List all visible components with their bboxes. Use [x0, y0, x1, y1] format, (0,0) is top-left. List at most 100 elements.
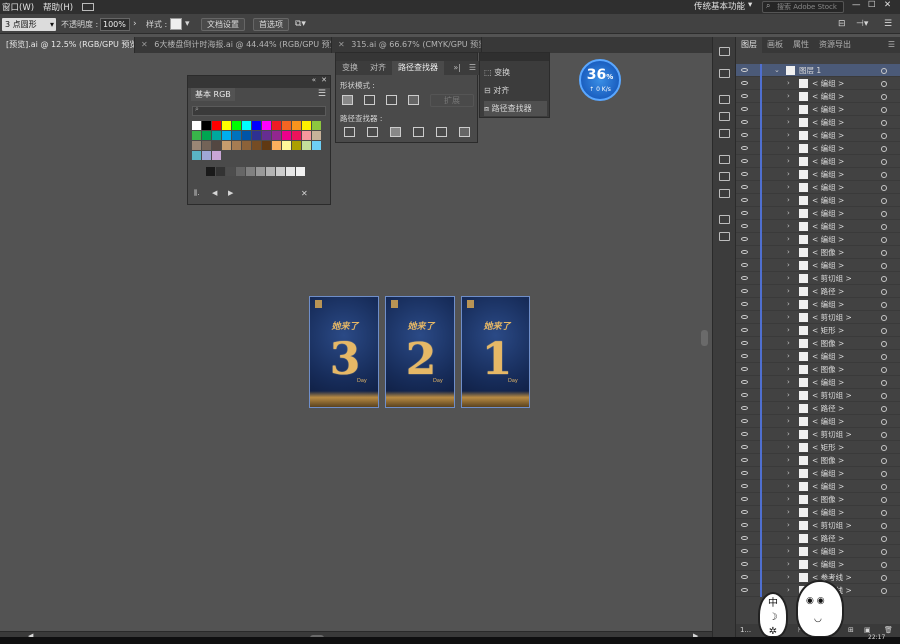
color-swatch[interactable] [202, 121, 211, 130]
visibility-eye-icon[interactable] [741, 94, 748, 98]
gray-swatch[interactable] [226, 167, 235, 176]
gray-swatch[interactable] [216, 167, 225, 176]
chevron-right-icon[interactable]: › [787, 545, 790, 558]
exclude-icon[interactable] [408, 95, 419, 105]
panel-titlebar[interactable] [480, 53, 549, 61]
visibility-eye-icon[interactable] [741, 107, 748, 111]
chevron-right-icon[interactable]: › [787, 389, 790, 402]
visibility-eye-icon[interactable] [741, 432, 748, 436]
merge-icon[interactable] [390, 127, 401, 137]
sublayer-row[interactable]: › < 编组 > [736, 155, 900, 168]
chevron-right-icon[interactable]: › [787, 155, 790, 168]
visibility-eye-icon[interactable] [741, 523, 748, 527]
tab-document-3[interactable]: ✕ 315.ai @ 66.67% (CMYK/GPU 预览) [332, 37, 482, 53]
divide-icon[interactable] [344, 127, 355, 137]
tools-icon[interactable]: ✕ [301, 189, 308, 198]
chevron-right-icon[interactable]: › [787, 350, 790, 363]
new-layer-icon[interactable]: ⊞ [848, 624, 854, 637]
sublayer-row[interactable]: › < 编组 > [736, 77, 900, 90]
ime-indicator[interactable]: 中 ☽ ✲ [758, 592, 788, 638]
visibility-eye-icon[interactable] [741, 276, 748, 280]
target-circle-icon[interactable] [881, 263, 887, 269]
visibility-eye-icon[interactable] [741, 211, 748, 215]
panel-menu-icon[interactable]: ☰ [469, 61, 476, 75]
color-swatch[interactable] [202, 141, 211, 150]
sublayer-row[interactable]: › < 编组 > [736, 90, 900, 103]
target-circle-icon[interactable] [881, 341, 887, 347]
gray-swatch[interactable] [206, 167, 215, 176]
chevron-right-icon[interactable]: › [787, 363, 790, 376]
opacity-input[interactable]: 100% [100, 18, 130, 31]
network-gauge[interactable]: 36% ↑ 0 K/s [579, 59, 621, 101]
chevron-right-icon[interactable]: › [787, 233, 790, 246]
chevron-right-icon[interactable]: › [787, 558, 790, 571]
target-circle-icon[interactable] [881, 211, 887, 217]
sublayer-row[interactable]: › < 编组 > [736, 350, 900, 363]
sublayer-row[interactable]: › < 矩形 > [736, 441, 900, 454]
target-circle-icon[interactable] [881, 497, 887, 503]
arrange-documents-icon[interactable] [82, 3, 95, 11]
chevron-right-icon[interactable]: › [787, 246, 790, 259]
layer-row[interactable]: ⌄ 图层 1 [736, 64, 900, 77]
color-swatch[interactable] [212, 141, 221, 150]
target-circle-icon[interactable] [881, 237, 887, 243]
target-circle-icon[interactable] [881, 549, 887, 555]
target-circle-icon[interactable] [881, 81, 887, 87]
chevron-right-icon[interactable]: › [787, 415, 790, 428]
chevron-right-icon[interactable]: › [787, 532, 790, 545]
color-guide-icon[interactable] [719, 69, 730, 78]
target-circle-icon[interactable] [881, 198, 887, 204]
color-swatch[interactable] [202, 131, 211, 140]
poster-countdown-2[interactable]: 她来了 2 Day [385, 296, 455, 408]
visibility-eye-icon[interactable] [741, 588, 748, 592]
target-circle-icon[interactable] [881, 393, 887, 399]
color-swatch[interactable] [312, 131, 321, 140]
color-swatch[interactable] [272, 121, 281, 130]
visibility-eye-icon[interactable] [741, 185, 748, 189]
chevron-right-icon[interactable]: › [787, 506, 790, 519]
color-swatch[interactable] [252, 141, 261, 150]
panel-menu-icon[interactable]: ☰ [883, 37, 900, 53]
visibility-eye-icon[interactable] [741, 497, 748, 501]
chevron-right-icon[interactable]: › [787, 259, 790, 272]
sublayer-row[interactable]: › < 编组 > [736, 233, 900, 246]
sublayer-row[interactable]: › < 路径 > [736, 532, 900, 545]
visibility-eye-icon[interactable] [741, 549, 748, 553]
sublayer-row[interactable]: › < 编组 > [736, 220, 900, 233]
swatches-icon[interactable] [719, 95, 730, 104]
visibility-eye-icon[interactable] [741, 289, 748, 293]
color-swatch[interactable] [302, 141, 311, 150]
visibility-eye-icon[interactable] [741, 367, 748, 371]
target-circle-icon[interactable] [881, 419, 887, 425]
target-circle-icon[interactable] [881, 523, 887, 529]
target-circle-icon[interactable] [881, 562, 887, 568]
chevron-right-icon[interactable]: › [787, 298, 790, 311]
preferences-button[interactable]: 首选项 [253, 18, 289, 31]
visibility-eye-icon[interactable] [741, 536, 748, 540]
tab-document-2[interactable]: ✕ 6大楼盘倒计时海报.ai @ 44.44% (RGB/GPU 预览) [135, 37, 332, 53]
target-circle-icon[interactable] [881, 445, 887, 451]
sublayer-row[interactable]: › < 编组 > [736, 168, 900, 181]
close-icon[interactable]: ✕ [141, 40, 148, 49]
chevron-right-icon[interactable]: › [787, 207, 790, 220]
color-swatch[interactable] [262, 141, 271, 150]
visibility-eye-icon[interactable] [741, 237, 748, 241]
workspace-switcher[interactable]: 传统基本功能 [694, 0, 745, 12]
sublayer-row[interactable]: › < 编组 > [736, 506, 900, 519]
sublayer-row[interactable]: › < 剪切组 > [736, 272, 900, 285]
target-circle-icon[interactable] [881, 224, 887, 230]
minimize-button[interactable]: — [852, 0, 861, 10]
color-swatch[interactable] [192, 131, 201, 140]
close-icon[interactable]: ✕ [338, 40, 345, 49]
sublayer-row[interactable]: › < 剪切组 > [736, 311, 900, 324]
color-swatch[interactable] [242, 131, 251, 140]
sublayer-row[interactable]: › < 编组 > [736, 298, 900, 311]
sublayer-row[interactable]: › < 编组 > [736, 259, 900, 272]
target-circle-icon[interactable] [881, 315, 887, 321]
target-circle-icon[interactable] [881, 302, 887, 308]
chevron-right-icon[interactable]: › [787, 402, 790, 415]
panel-menu-icon[interactable]: ☰ [318, 89, 326, 99]
chevron-right-icon[interactable]: › [787, 311, 790, 324]
sublayer-row[interactable]: › < 图像 > [736, 337, 900, 350]
minus-back-icon[interactable] [459, 127, 470, 137]
